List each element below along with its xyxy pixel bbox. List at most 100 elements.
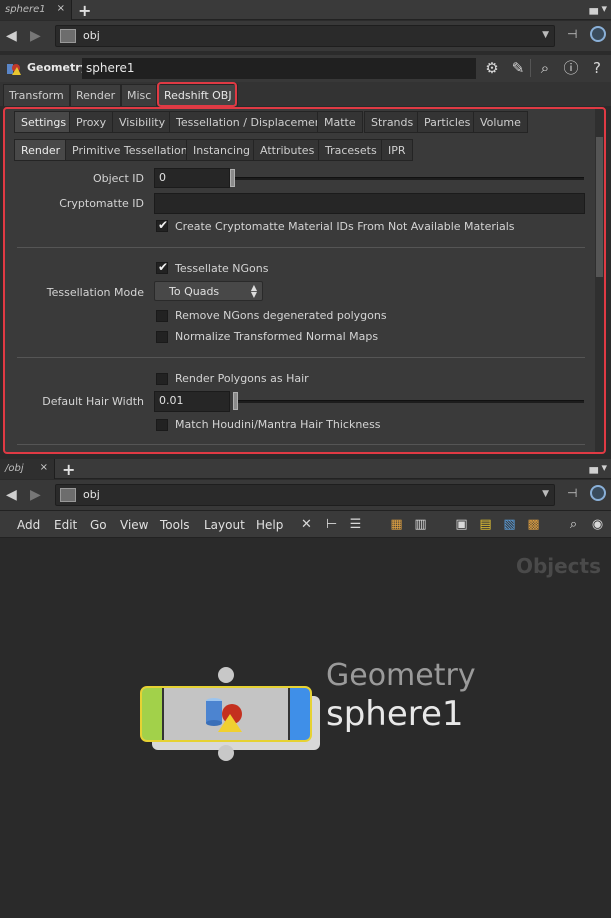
add-tab-icon[interactable]: + — [78, 1, 91, 20]
tessellate-ngons-checkbox[interactable] — [156, 260, 168, 274]
node-input-connector[interactable] — [218, 667, 234, 683]
menu-view[interactable]: View — [120, 518, 148, 532]
node-output-connector[interactable] — [218, 745, 234, 761]
remove-ngons-checkbox[interactable] — [156, 310, 168, 322]
columns-icon[interactable]: ▥ — [413, 517, 428, 532]
create-cryptomatte-label: Create Cryptomatte Material IDs From Not… — [175, 220, 515, 233]
path-field[interactable]: obj ▼ — [55, 484, 555, 506]
palette-icon[interactable]: ▩ — [526, 517, 541, 532]
pane-menu-icon[interactable]: ▄ ▾ — [590, 461, 607, 474]
brush-icon[interactable]: ✎ — [509, 59, 527, 77]
hair-width-slider-handle[interactable] — [233, 392, 238, 410]
updown-arrow-icon: ▲ ▼ — [250, 283, 257, 299]
main-tabs: Transform Render Misc Redshift OBJ — [0, 82, 611, 106]
object-id-slider-handle[interactable] — [230, 169, 235, 187]
normalize-maps-checkbox[interactable] — [156, 331, 168, 343]
network-box-icon[interactable]: ▣ — [454, 517, 469, 532]
forward-arrow-icon[interactable]: ▶ — [30, 28, 41, 44]
node-render-flag[interactable] — [288, 688, 310, 740]
menu-tools[interactable]: Tools — [160, 518, 190, 532]
add-tab-icon[interactable]: + — [62, 460, 75, 479]
hair-width-slider-track[interactable] — [234, 400, 584, 403]
tab-ipr[interactable]: IPR — [381, 139, 413, 161]
section-divider — [17, 357, 585, 358]
tab-matte[interactable]: Matte — [317, 111, 363, 133]
tab-transform[interactable]: Transform — [3, 84, 70, 106]
menu-add[interactable]: Add — [17, 518, 40, 532]
cryptomatte-id-field[interactable] — [154, 193, 585, 214]
menu-layout[interactable]: Layout — [204, 518, 245, 532]
pane-menu-icon[interactable]: ▄ ▾ — [590, 2, 607, 15]
network-view[interactable]: Objects Geometry sphere1 — [0, 538, 611, 918]
help-icon[interactable]: ? — [588, 59, 606, 77]
link-icon[interactable] — [590, 485, 606, 501]
info-icon[interactable]: ⓘ — [562, 59, 580, 77]
tab-particles[interactable]: Particles — [417, 111, 478, 133]
tab-redshift-obj[interactable]: Redshift OBJ — [158, 84, 238, 106]
wrench-icon[interactable]: ✕ — [299, 517, 314, 532]
node-name-text: sphere1 — [326, 694, 464, 734]
object-id-label: Object ID — [92, 172, 144, 185]
node-type-label: Geometry — [27, 61, 88, 74]
header-separator — [530, 59, 531, 77]
back-arrow-icon[interactable]: ◀ — [6, 28, 17, 44]
close-icon[interactable]: × — [40, 462, 48, 473]
chevron-down-icon[interactable]: ▼ — [542, 30, 549, 40]
tab-attributes[interactable]: Attributes — [253, 139, 322, 161]
search-icon[interactable]: ⌕ — [536, 59, 554, 77]
node-display-flag[interactable] — [142, 688, 164, 740]
tab-tessellation-displacement[interactable]: Tessellation / Displacement — [169, 111, 334, 133]
menu-help[interactable]: Help — [256, 518, 283, 532]
tab-proxy[interactable]: Proxy — [69, 111, 114, 133]
tab-render-settings[interactable]: Render — [14, 139, 68, 161]
tab-strands[interactable]: Strands — [364, 111, 421, 133]
gear-icon[interactable]: ⚙ — [483, 59, 501, 77]
path-field[interactable]: obj ▼ — [55, 25, 555, 47]
tab-render[interactable]: Render — [70, 84, 122, 106]
menu-edit[interactable]: Edit — [54, 518, 77, 532]
search-icon[interactable]: ⌕ — [566, 517, 581, 532]
tab-tracesets[interactable]: Tracesets — [318, 139, 384, 161]
node-name-field[interactable]: sphere1 — [82, 58, 476, 79]
menu-go[interactable]: Go — [90, 518, 107, 532]
tessellation-mode-label: Tessellation Mode — [46, 286, 144, 299]
pin-icon[interactable]: ⊣ — [567, 27, 577, 41]
top-pane-tabbar: sphere1 × + ▄ ▾ — [0, 0, 611, 20]
tab-instancing[interactable]: Instancing — [186, 139, 258, 161]
obj-context-icon — [60, 29, 76, 43]
render-as-hair-checkbox[interactable] — [156, 373, 168, 385]
sticky-note-icon[interactable]: ▤ — [478, 517, 493, 532]
tessellation-mode-value: To Quads — [169, 285, 220, 298]
link-icon[interactable] — [590, 26, 606, 42]
image-icon[interactable]: ▧ — [502, 517, 517, 532]
pin-icon[interactable]: ⊣ — [567, 486, 577, 500]
object-id-field[interactable]: 0 — [154, 168, 230, 188]
tab-volume[interactable]: Volume — [473, 111, 528, 133]
panel-scrollbar[interactable] — [595, 107, 604, 452]
tab-primitive-tessellation[interactable]: Primitive Tessellation — [65, 139, 195, 161]
tab-obj[interactable]: /obj × — [0, 459, 55, 479]
scrollbar-thumb[interactable] — [596, 137, 603, 277]
normalize-maps-label: Normalize Transformed Normal Maps — [175, 330, 379, 343]
tab-visibility[interactable]: Visibility — [112, 111, 173, 133]
forward-arrow-icon[interactable]: ▶ — [30, 487, 41, 503]
tab-settings[interactable]: Settings — [14, 111, 74, 133]
tessellation-mode-dropdown[interactable]: To Quads ▲ ▼ — [154, 281, 263, 301]
create-cryptomatte-checkbox[interactable] — [156, 218, 168, 232]
eye-icon[interactable]: ◉ — [590, 517, 605, 532]
back-arrow-icon[interactable]: ◀ — [6, 487, 17, 503]
obj-context-icon — [60, 488, 76, 502]
list-icon[interactable]: ☰ — [348, 517, 363, 532]
hair-width-field[interactable]: 0.01 — [154, 391, 230, 412]
chevron-down-icon[interactable]: ▼ — [542, 489, 549, 499]
close-icon[interactable]: × — [57, 3, 65, 14]
match-hair-label: Match Houdini/Mantra Hair Thickness — [175, 418, 381, 431]
tab-sphere1[interactable]: sphere1 × — [0, 0, 72, 20]
object-id-slider-track[interactable] — [234, 177, 584, 180]
geometry-node[interactable] — [140, 686, 312, 742]
match-hair-checkbox[interactable] — [156, 419, 168, 431]
tab-misc[interactable]: Misc — [121, 84, 158, 106]
context-watermark: Objects — [515, 554, 601, 578]
grid-icon[interactable]: ▦ — [389, 517, 404, 532]
tree-icon[interactable]: ⊢ — [324, 517, 339, 532]
